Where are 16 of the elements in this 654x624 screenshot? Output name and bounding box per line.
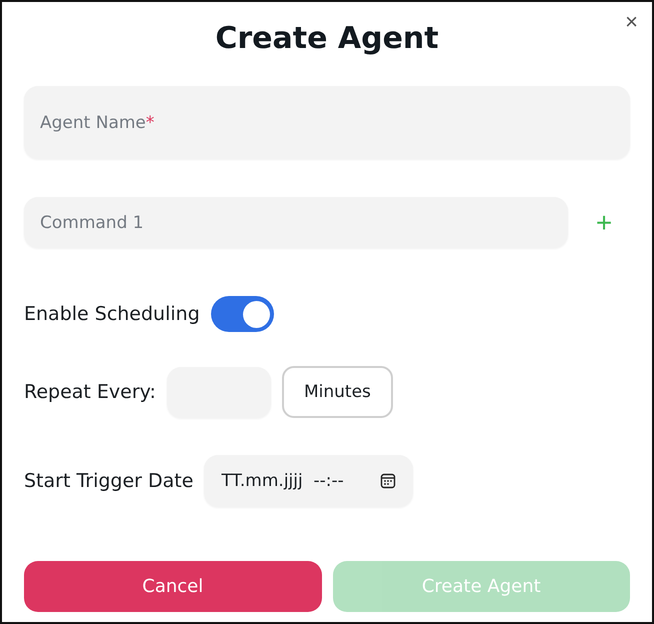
calendar-icon[interactable] [380,473,396,489]
start-trigger-label: Start Trigger Date [24,470,194,492]
dialog-title: Create Agent [214,20,440,58]
cancel-button[interactable]: Cancel [24,561,322,612]
add-command-button[interactable]: + [592,208,616,236]
unit-button[interactable]: Minutes [282,366,393,418]
command-field[interactable]: Command 1 [24,197,568,248]
agent-name-field[interactable]: Agent Name* [24,86,630,159]
close-button[interactable]: × [621,10,642,34]
scheduling-toggle[interactable] [210,296,274,332]
repeat-label: Repeat Every: [24,381,156,403]
required-mark: * [146,112,154,132]
scheduling-label: Enable Scheduling [24,303,200,325]
date-field[interactable]: TT.mm.jjjj --:-- [204,455,414,507]
agent-name-placeholder: Agent Name [40,112,146,132]
date-value: TT.mm.jjjj --:-- [221,471,344,491]
